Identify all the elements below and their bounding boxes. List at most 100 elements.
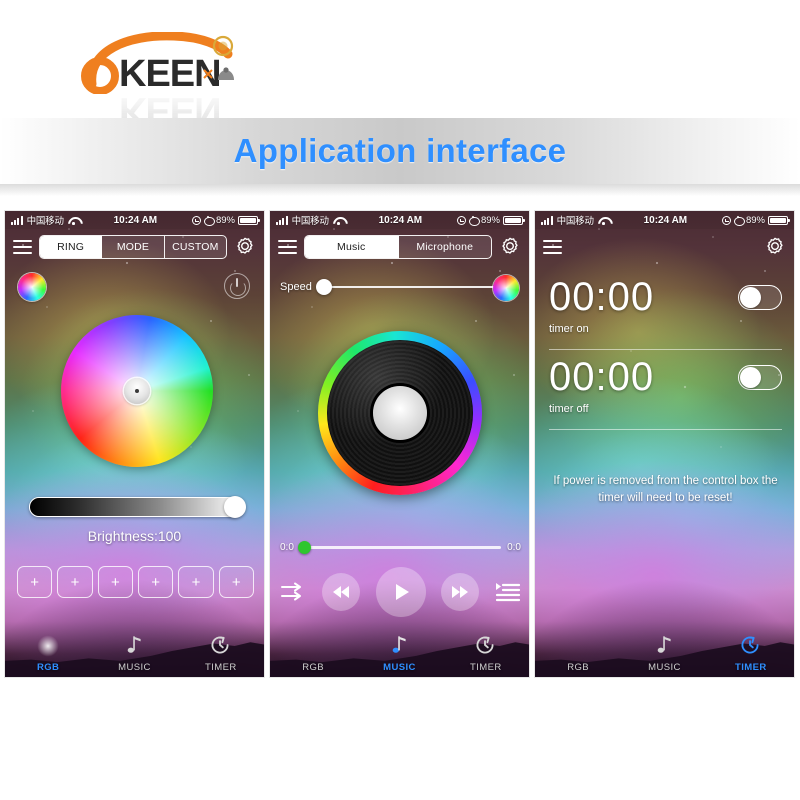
color-wheel-icon[interactable] [18, 273, 46, 301]
tab-rgb-label: RGB [302, 662, 325, 673]
signal-bars-icon [541, 215, 553, 225]
music-note-icon [658, 636, 672, 653]
alarm-clock-icon [468, 215, 480, 227]
tab-timer-label: TIMER [735, 662, 767, 673]
alarm-clock-icon [203, 215, 215, 227]
phone-screen-rgb: 中国移动 10:24 AM 89% RING MODE CUSTOM Brigh… [4, 210, 265, 678]
tab-custom[interactable]: CUSTOM [165, 236, 226, 258]
tab-rgb[interactable]: RGB [274, 632, 352, 673]
speed-slider-handle[interactable] [315, 279, 332, 295]
tab-music[interactable]: MUSIC [95, 632, 173, 673]
timer-off-label: timer off [549, 403, 589, 415]
previous-button[interactable] [321, 573, 360, 611]
hamburger-menu-icon[interactable] [13, 240, 32, 254]
gear-icon[interactable] [764, 236, 786, 258]
timer-icon [476, 636, 494, 654]
timer-off-toggle[interactable] [738, 365, 782, 390]
preset-button-row: + + + + + + [17, 566, 254, 598]
music-note-icon [393, 636, 407, 653]
nav-bar [535, 229, 794, 265]
signal-bars-icon [276, 215, 288, 225]
timer-on-toggle[interactable] [738, 285, 782, 310]
tab-bar: RGB MUSIC TIMER [535, 621, 794, 677]
play-icon [395, 584, 409, 600]
speed-slider[interactable] [315, 279, 505, 295]
title-banner: Application interface [0, 118, 800, 196]
rotation-lock-icon [191, 215, 201, 225]
tab-ring[interactable]: RING [40, 236, 103, 258]
toggle-knob [740, 367, 761, 388]
next-icon [452, 586, 469, 598]
color-wheel-icon[interactable] [493, 275, 519, 301]
timer-icon [211, 636, 229, 654]
tab-rgb[interactable]: RGB [539, 632, 617, 673]
battery-percent-label: 89% [745, 214, 765, 226]
color-wheel-large[interactable] [61, 315, 213, 467]
tab-music[interactable]: MUSIC [625, 632, 703, 673]
preset-slot-6[interactable]: + [218, 566, 254, 598]
brightness-slider[interactable] [29, 496, 246, 518]
preset-slot-3[interactable]: + [97, 566, 133, 598]
segmented-control-ring-mode-custom[interactable]: RING MODE CUSTOM [39, 235, 227, 259]
tab-timer[interactable]: TIMER [447, 632, 525, 673]
hamburger-menu-icon[interactable] [543, 240, 562, 254]
tab-music-label: MUSIC [118, 662, 151, 673]
tab-timer[interactable]: TIMER [182, 632, 260, 673]
nav-bar: RING MODE CUSTOM [5, 229, 264, 265]
status-time: 10:24 AM [378, 214, 423, 226]
status-bar: 中国移动 10:24 AM 89% [270, 211, 529, 229]
vinyl-record-icon[interactable] [318, 331, 482, 495]
rotation-lock-icon [721, 215, 731, 225]
track-progress-handle[interactable] [297, 540, 311, 554]
hamburger-menu-icon[interactable] [278, 240, 297, 254]
tab-music[interactable]: MUSIC [360, 632, 438, 673]
player-controls [280, 566, 521, 618]
timer-off-block: 00:00 timer off [549, 357, 782, 415]
battery-icon [238, 215, 260, 225]
tab-rgb[interactable]: RGB [9, 632, 87, 673]
phone-screen-timer: 中国移动 10:24 AM 89% 00:00 timer on 00:00 t… [534, 210, 795, 678]
tab-mode[interactable]: MODE [102, 236, 165, 258]
alarm-clock-icon [733, 215, 745, 227]
brightness-label: Brightness:100 [87, 528, 182, 544]
tab-microphone-source[interactable]: Microphone [399, 236, 492, 258]
track-remaining: 0:0 [507, 541, 521, 553]
gear-icon[interactable] [234, 236, 256, 258]
tab-bar: RGB MUSIC TIMER [270, 621, 529, 677]
preset-slot-4[interactable]: + [137, 566, 174, 598]
speed-label: Speed [280, 281, 312, 293]
tab-rgb-label: RGB [37, 662, 60, 673]
vinyl-center-label [373, 386, 427, 440]
preset-slot-2[interactable]: + [57, 566, 93, 598]
preset-slot-5[interactable]: + [178, 566, 214, 598]
tab-music-source[interactable]: Music [305, 236, 399, 258]
tab-music-label: MUSIC [648, 662, 681, 673]
timer-reset-note: If power is removed from the control box… [553, 475, 778, 504]
segmented-control-music-microphone[interactable]: Music Microphone [304, 235, 492, 259]
shuffle-button[interactable] [280, 581, 306, 603]
brightness-slider-handle[interactable] [224, 496, 246, 518]
color-picker-handle[interactable] [124, 378, 150, 404]
power-button-icon[interactable] [224, 273, 250, 299]
phone-screen-music: 中国移动 10:24 AM 89% Music Microphone Speed [269, 210, 530, 678]
battery-icon [503, 215, 525, 225]
next-button[interactable] [441, 573, 480, 611]
brand-header: KEEN KEEN [0, 0, 800, 124]
preset-slot-1[interactable]: + [17, 566, 53, 598]
gear-icon[interactable] [499, 236, 521, 258]
okeen-logo: KEEN KEEN [78, 32, 258, 124]
page-title: Application interface [233, 132, 567, 169]
tab-timer-label: TIMER [470, 662, 502, 673]
track-progress-slider[interactable] [297, 540, 502, 554]
tab-timer-label: TIMER [205, 662, 237, 673]
play-button[interactable] [375, 567, 426, 617]
tab-timer[interactable]: TIMER [712, 632, 790, 673]
nav-bar: Music Microphone [270, 229, 529, 265]
tab-rgb-label: RGB [567, 662, 590, 673]
playlist-button[interactable] [495, 581, 521, 603]
wifi-icon [598, 216, 609, 225]
battery-icon [768, 215, 790, 225]
previous-icon [332, 586, 349, 598]
battery-percent-label: 89% [480, 214, 500, 226]
tab-music-label: MUSIC [383, 662, 416, 673]
